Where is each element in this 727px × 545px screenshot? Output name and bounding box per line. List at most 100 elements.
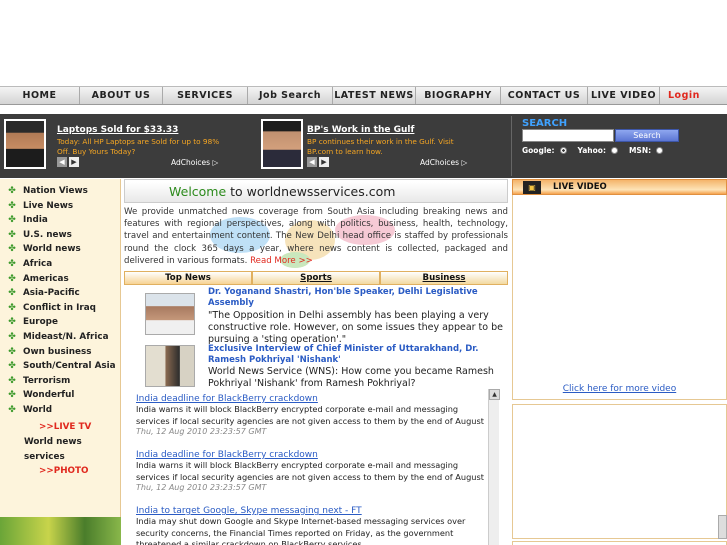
bullet-icon: ✤ <box>8 259 16 269</box>
search-input[interactable] <box>522 129 614 142</box>
sidebar-live-tv[interactable]: >>LIVE TV <box>39 422 91 432</box>
intro-paragraph: We provide unmatched news coverage from … <box>124 206 508 267</box>
tab-sports[interactable]: Sports <box>252 271 380 285</box>
ad-text-line: BP continues their work in the Gulf. Vis… <box>307 137 454 146</box>
adchoices-link[interactable]: AdChoices ▷ <box>171 158 218 167</box>
nav-contact-us[interactable]: CONTACT US <box>501 87 588 104</box>
prev-arrow-icon[interactable]: ◀ <box>57 157 67 167</box>
main-nav: HOME ABOUT US SERVICES Job Search LATEST… <box>0 86 727 105</box>
sidebar-item[interactable]: ✤ Terrorism <box>8 376 70 386</box>
story-title[interactable]: Exclusive Interview of Chief Minister of… <box>208 344 498 366</box>
adchoices-link[interactable]: AdChoices ▷ <box>420 158 467 167</box>
sidebar-item[interactable]: ✤ Mideast/N. Africa <box>8 332 108 342</box>
news-item: India deadline for BlackBerry crackdown … <box>136 394 488 436</box>
welcome-site: to worldnewsservices.com <box>226 184 396 199</box>
nav-home[interactable]: HOME <box>0 87 80 104</box>
news-title-link[interactable]: India deadline for BlackBerry crackdown <box>136 450 488 460</box>
scroll-up-arrow-icon[interactable]: ▲ <box>489 389 500 400</box>
sidebar-item[interactable]: ✤ World news <box>8 244 81 254</box>
engine-msn-label: MSN: <box>628 146 652 155</box>
nav-latest-news[interactable]: LATEST NEWS <box>333 87 416 104</box>
sidebar-item-label: South/Central Asia <box>23 361 116 372</box>
sidebar-item[interactable]: ✤ India <box>8 215 48 225</box>
ad-arrows: ◀ ▶ <box>307 157 329 167</box>
sidebar-item[interactable]: ✤ Europe <box>8 317 58 327</box>
welcome-word: Welcome <box>169 184 227 199</box>
sidebar-services[interactable]: services <box>24 452 65 462</box>
bullet-icon: ✤ <box>8 361 16 372</box>
search-engine-options: Google: Yahoo: MSN: <box>522 146 664 155</box>
next-arrow-icon[interactable]: ▶ <box>319 157 329 167</box>
sidebar-photo-image[interactable] <box>0 517 121 545</box>
tab-top-news[interactable]: Top News <box>124 271 252 285</box>
engine-yahoo-radio[interactable] <box>610 147 618 154</box>
bullet-icon: ✤ <box>8 288 16 299</box>
sidebar-photo[interactable]: >>PHOTO <box>39 466 89 476</box>
sidebar-item[interactable]: ✤ Asia-Pacific <box>8 288 80 298</box>
sidebar-item[interactable]: ✤ World <box>8 405 52 415</box>
ad-laptops[interactable]: Laptops Sold for $33.33 Today: All HP La… <box>4 117 254 175</box>
ad-bp[interactable]: BP's Work in the Gulf BP continues their… <box>261 117 507 175</box>
story-photo[interactable] <box>145 345 195 387</box>
live-video-title: LIVE VIDEO <box>553 182 607 192</box>
engine-yahoo-label: Yahoo: <box>577 146 606 155</box>
engine-google-radio[interactable] <box>559 147 567 154</box>
sidebar-item[interactable]: ✤ Own business <box>8 347 91 357</box>
nav-about-us[interactable]: ABOUT US <box>80 87 163 104</box>
ad-title[interactable]: BP's Work in the Gulf <box>307 125 414 135</box>
sidebar-item[interactable]: ✤ U.S. news <box>8 230 72 240</box>
sidebar-item-label: Terrorism <box>23 375 71 386</box>
sidebar-item-label: India <box>23 215 48 226</box>
news-description: India may shut down Google and Skype Int… <box>136 516 466 545</box>
sidebar-item[interactable]: ✤ Africa <box>8 259 52 269</box>
nav-job-search[interactable]: Job Search <box>248 87 333 104</box>
sidebar-item-label: Asia-Pacific <box>23 288 80 299</box>
sidebar-item-label: Africa <box>23 259 53 269</box>
read-more-link[interactable]: Read More >> <box>250 256 313 266</box>
news-title-link[interactable]: India deadline for BlackBerry crackdown <box>136 394 488 404</box>
right-scrollbar[interactable] <box>718 515 727 539</box>
sidebar-item[interactable]: ✤ Nation Views <box>8 186 88 196</box>
engine-msn-radio[interactable] <box>656 147 664 154</box>
sidebar-item[interactable]: ✤ Wonderful <box>8 390 74 400</box>
nav-live-video[interactable]: LIVE VIDEO <box>588 87 660 104</box>
next-arrow-icon[interactable]: ▶ <box>69 157 79 167</box>
ad-photo[interactable] <box>261 119 303 169</box>
bullet-icon: ✤ <box>8 229 16 240</box>
news-scrollbar[interactable]: ▲ <box>488 389 500 545</box>
nav-login[interactable]: Login <box>660 87 704 104</box>
bullet-icon: ✤ <box>8 200 16 211</box>
ad-text-line: Off. Buy Yours Today? <box>57 147 136 156</box>
nav-services[interactable]: SERVICES <box>163 87 248 104</box>
ad-title[interactable]: Laptops Sold for $33.33 <box>57 125 178 135</box>
bullet-icon: ✤ <box>8 317 16 328</box>
sidebar-item[interactable]: ✤ Live News <box>8 201 73 211</box>
news-feed: India deadline for BlackBerry crackdown … <box>136 389 488 545</box>
story-title[interactable]: Dr. Yoganand Shastri, Hon'ble Speaker, D… <box>208 287 498 309</box>
tab-business[interactable]: Business <box>380 271 508 285</box>
sidebar-item-label: Own business <box>23 346 92 357</box>
story-text: "The Opposition in Delhi assembly has be… <box>208 310 503 345</box>
bullet-icon: ✤ <box>8 215 16 226</box>
page: HOME ABOUT US SERVICES Job Search LATEST… <box>0 0 727 545</box>
story-photo[interactable] <box>145 293 195 335</box>
ad-text: BP continues their work in the Gulf. Vis… <box>307 137 454 157</box>
nav-biography[interactable]: BIOGRAPHY <box>416 87 501 104</box>
search-button[interactable]: Search <box>615 129 679 142</box>
bullet-icon: ✤ <box>8 405 16 415</box>
bullet-icon: ✤ <box>8 332 16 342</box>
news-title-link[interactable]: India to target Google, Skype messaging … <box>136 506 488 516</box>
ad-photo[interactable] <box>4 119 46 169</box>
sidebar-item[interactable]: ✤ South/Central Asia <box>8 361 116 372</box>
sidebar-item[interactable]: ✤ Conflict in Iraq <box>8 303 96 313</box>
sidebar-item-label: Live News <box>23 200 74 211</box>
sidebar-world-news-services[interactable]: World news <box>24 437 82 447</box>
video-player[interactable] <box>512 195 727 400</box>
sidebar-item[interactable]: ✤ Americas <box>8 274 68 284</box>
bullet-icon: ✤ <box>8 186 16 196</box>
news-description: India warns it will block BlackBerry enc… <box>136 404 484 426</box>
prev-arrow-icon[interactable]: ◀ <box>307 157 317 167</box>
ad-text-line: BP.com to learn how. <box>307 147 383 156</box>
more-video-link[interactable]: Click here for more video <box>512 384 727 394</box>
intro-text: We provide unmatched news coverage from … <box>124 207 508 266</box>
